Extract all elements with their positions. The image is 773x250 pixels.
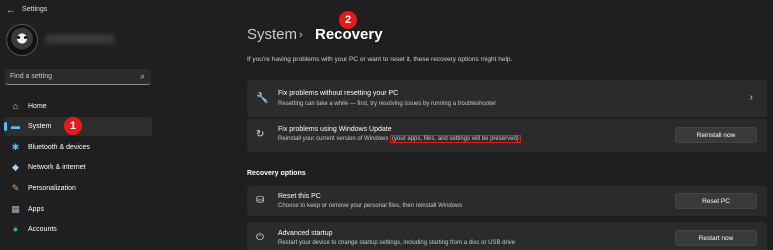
apps-icon: ▦ — [11, 204, 20, 214]
card-title: Fix problems using Windows Update — [278, 126, 392, 133]
reset-pc-icon: ⛁ — [256, 195, 265, 206]
app-title: Settings — [22, 6, 48, 13]
refresh-icon: ↻ — [256, 129, 265, 140]
annotation-marker-1: 1 — [64, 117, 82, 135]
reset-pc-button[interactable]: Reset PC — [675, 193, 757, 209]
advanced-startup-card: ⏻ Advanced startup Restart your device t… — [247, 222, 767, 250]
avatar-eye — [17, 36, 20, 39]
avatar-eye — [24, 36, 27, 39]
sidebar-item-label: Home — [28, 103, 47, 110]
fix-problems-card[interactable]: 🔧 Fix problems without resetting your PC… — [247, 80, 767, 117]
avatar[interactable] — [6, 24, 38, 56]
wrench-icon: 🔧 — [256, 93, 269, 104]
home-icon: ⌂ — [12, 101, 19, 111]
card-title: Fix problems without resetting your PC — [278, 90, 399, 97]
search-placeholder: Find a setting — [10, 73, 53, 80]
sidebar-item-label: Network & internet — [28, 164, 86, 171]
page-title: Recovery — [315, 26, 383, 43]
reset-pc-card: ⛁ Reset this PC Choose to keep or remove… — [247, 186, 767, 216]
sidebar-item-accounts[interactable]: ● Accounts — [4, 220, 152, 239]
breadcrumb-system[interactable]: System — [247, 26, 297, 43]
sidebar-item-bluetooth[interactable]: ✱ Bluetooth & devices — [4, 138, 152, 157]
search-icon: ⌕ — [139, 71, 145, 81]
intro-text: If you're having problems with your PC o… — [247, 56, 513, 63]
reinstall-now-button[interactable]: Reinstall now — [675, 127, 757, 143]
section-heading: Recovery options — [247, 170, 306, 177]
description-part: Reinstall your current version of Window… — [278, 136, 391, 142]
sidebar-item-network[interactable]: ◆ Network & internet — [4, 158, 152, 177]
sidebar-item-label: Personalization — [28, 185, 76, 192]
card-description: Restart your device to change startup se… — [278, 240, 516, 246]
network-icon: ◆ — [12, 162, 19, 172]
sidebar-item-label: Accounts — [28, 226, 57, 233]
monitor-icon: ▬ — [11, 121, 20, 131]
sidebar-item-personalization[interactable]: ✎ Personalization — [4, 179, 152, 198]
search-input[interactable]: Find a setting ⌕ — [5, 69, 151, 85]
card-title: Advanced startup — [278, 230, 333, 237]
restart-now-button[interactable]: Restart now — [675, 230, 757, 246]
account-icon: ● — [12, 224, 19, 234]
sidebar-item-home[interactable]: ⌂ Home — [4, 97, 152, 116]
active-indicator — [4, 122, 7, 131]
sidebar-item-label: System — [28, 123, 52, 130]
sidebar-item-apps[interactable]: ▦ Apps — [4, 200, 152, 219]
chevron-right-icon: › — [749, 92, 753, 103]
title-bar: ← Settings — [0, 0, 773, 22]
breadcrumb-separator-icon: › — [299, 29, 303, 41]
card-description: Choose to keep or remove your personal f… — [278, 203, 463, 209]
card-description: Reinstall your current version of Window… — [278, 135, 521, 143]
sidebar-item-label: Bluetooth & devices — [28, 144, 90, 151]
brush-icon: ✎ — [11, 183, 20, 193]
card-title: Reset this PC — [278, 193, 321, 200]
sidebar-item-label: Apps — [28, 206, 44, 213]
username-redacted — [45, 34, 115, 44]
back-arrow-icon[interactable]: ← — [6, 5, 16, 16]
card-description: Resetting can take a while — first, try … — [278, 101, 497, 107]
power-icon: ⏻ — [256, 232, 264, 243]
windows-update-card: ↻ Fix problems using Windows Update Rein… — [247, 119, 767, 152]
highlighted-note: (your apps, files, and settings will be … — [390, 135, 521, 143]
bluetooth-icon: ✱ — [11, 142, 20, 152]
